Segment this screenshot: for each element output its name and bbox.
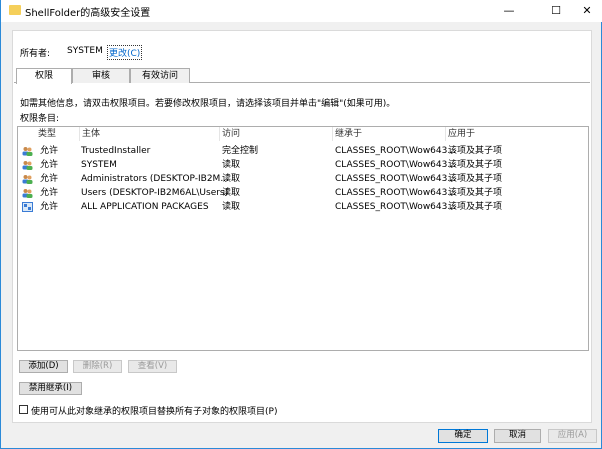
entry-applies-to: 该项及其子项 xyxy=(448,146,503,156)
remove-button[interactable]: 删除(R) xyxy=(73,360,122,373)
entry-applies-to: 该项及其子项 xyxy=(448,188,503,198)
tab-auditing[interactable]: 审核 xyxy=(72,68,130,83)
entry-applies-to: 该项及其子项 xyxy=(448,174,503,184)
entry-applies-to: 该项及其子项 xyxy=(448,160,503,170)
table-row[interactable]: 允许 ALL APPLICATION PACKAGES 读取 CLASSES_ROOT… xyxy=(18,200,588,214)
disable-inheritance-button[interactable]: 禁用继承(I) xyxy=(19,382,82,395)
entry-inherited-from: CLASSES_ROOT\Wow643... xyxy=(335,174,456,184)
tab-permissions[interactable]: 权限 xyxy=(16,68,72,84)
maximize-button[interactable]: ☐ xyxy=(542,2,570,20)
table-row[interactable]: 允许 SYSTEM 读取 CLASSES_ROOT\Wow643... 该项及其子项 xyxy=(18,158,588,172)
entry-type: 允许 xyxy=(40,160,59,170)
entry-principal: ALL APPLICATION PACKAGES xyxy=(81,202,209,212)
column-header-principal[interactable]: 主体 xyxy=(80,127,220,141)
window-title: ShellFolder的高级安全设置 xyxy=(25,8,151,19)
entry-type: 允许 xyxy=(40,188,59,198)
permission-entries-list[interactable]: 类型 主体 访问 继承于 应用于 允许 TrustedInstaller 完全控制 C… xyxy=(17,126,589,351)
minimize-button[interactable]: — xyxy=(495,2,523,20)
column-header-inherited-from[interactable]: 继承于 xyxy=(333,127,446,141)
table-row[interactable]: 允许 Users (DESKTOP-IB2M6AL\Users) 读取 CLASSES… xyxy=(18,186,588,200)
replace-child-permissions-label[interactable]: 使用可从此对象继承的权限项目替换所有子对象的权限项目(P) xyxy=(31,404,277,417)
entry-principal: TrustedInstaller xyxy=(81,146,151,156)
entry-principal: Administrators (DESKTOP-IB2M... xyxy=(81,174,229,184)
title-bar: ShellFolder的高级安全设置 — ☐ ✕ xyxy=(1,0,602,22)
entry-inherited-from: CLASSES_ROOT\Wow643... xyxy=(335,160,456,170)
entry-applies-to: 该项及其子项 xyxy=(448,202,503,212)
replace-child-permissions-checkbox[interactable] xyxy=(19,405,28,414)
view-button[interactable]: 查看(V) xyxy=(128,360,177,373)
entry-access: 完全控制 xyxy=(222,146,259,156)
entry-access: 读取 xyxy=(222,160,241,170)
ok-button[interactable]: 确定 xyxy=(438,429,488,443)
table-row[interactable]: 允许 TrustedInstaller 完全控制 CLASSES_ROOT\Wow64… xyxy=(18,144,588,158)
table-row[interactable]: 允许 Administrators (DESKTOP-IB2M... 读取 CLASS… xyxy=(18,172,588,186)
entry-access: 读取 xyxy=(222,174,241,184)
info-text: 如需其他信息，请双击权限项目。若要修改权限项目，请选择该项目并单击"编辑"(如果… xyxy=(20,99,396,109)
column-header-access[interactable]: 访问 xyxy=(220,127,333,141)
add-button[interactable]: 添加(D) xyxy=(19,360,68,373)
entry-inherited-from: CLASSES_ROOT\Wow643... xyxy=(335,188,456,198)
entry-principal: SYSTEM xyxy=(81,160,117,170)
cancel-button[interactable]: 取消 xyxy=(494,429,541,443)
tab-effective-access[interactable]: 有效访问 xyxy=(130,68,190,83)
change-owner-link[interactable]: 更改(C) xyxy=(107,45,143,60)
entry-type: 允许 xyxy=(40,174,59,184)
entry-access: 读取 xyxy=(222,202,241,212)
apply-button[interactable]: 应用(A) xyxy=(548,429,597,443)
owner-label: 所有者: xyxy=(20,49,51,59)
entry-access: 读取 xyxy=(222,188,241,198)
list-label: 权限条目: xyxy=(20,114,60,124)
entry-inherited-from: CLASSES_ROOT\Wow643... xyxy=(335,202,456,212)
entry-type: 允许 xyxy=(40,202,59,212)
folder-icon xyxy=(9,5,21,15)
column-header-applies-to[interactable]: 应用于 xyxy=(446,127,588,141)
owner-value: SYSTEM xyxy=(67,46,103,56)
entry-type: 允许 xyxy=(40,146,59,156)
entry-principal: Users (DESKTOP-IB2M6AL\Users) xyxy=(81,188,229,198)
close-button[interactable]: ✕ xyxy=(573,2,601,20)
column-header-type[interactable]: 类型 xyxy=(36,127,80,141)
entry-inherited-from: CLASSES_ROOT\Wow643... xyxy=(335,146,456,156)
